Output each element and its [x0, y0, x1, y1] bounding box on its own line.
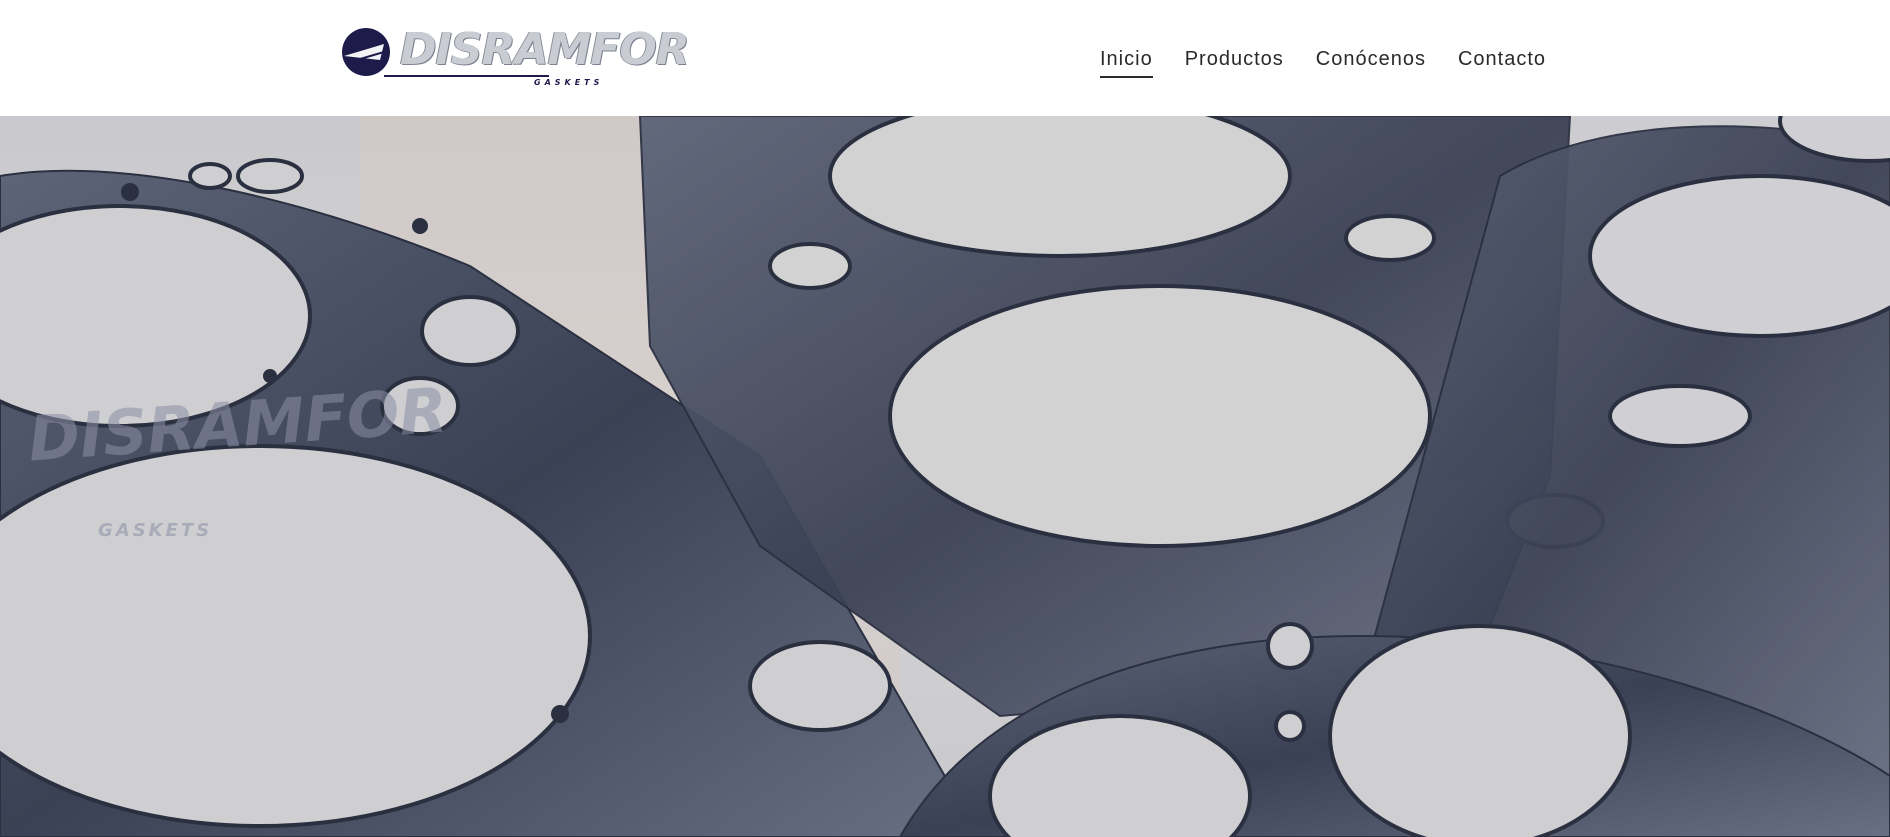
site-header: DISRAMFOR GASKETS Inicio Productos Conóc…: [0, 0, 1890, 116]
hero-watermark-tagline: GASKETS: [98, 520, 213, 541]
logo-underline: [384, 75, 549, 77]
main-nav: Inicio Productos Conócenos Contacto: [1100, 48, 1546, 82]
nav-item-inicio[interactable]: Inicio: [1100, 48, 1153, 78]
logo-mark-icon: [342, 28, 390, 76]
nav-item-contacto[interactable]: Contacto: [1458, 48, 1546, 76]
logo-tagline: GASKETS: [534, 78, 604, 87]
hero-banner: DISRAMFOR GASKETS: [0, 116, 1890, 837]
nav-item-productos[interactable]: Productos: [1185, 48, 1284, 76]
logo-wordmark: DISRAMFOR: [400, 24, 690, 75]
nav-item-conocenos[interactable]: Conócenos: [1316, 48, 1426, 76]
head-gasket-image: [0, 116, 1890, 837]
brand-logo[interactable]: DISRAMFOR GASKETS: [340, 22, 690, 92]
